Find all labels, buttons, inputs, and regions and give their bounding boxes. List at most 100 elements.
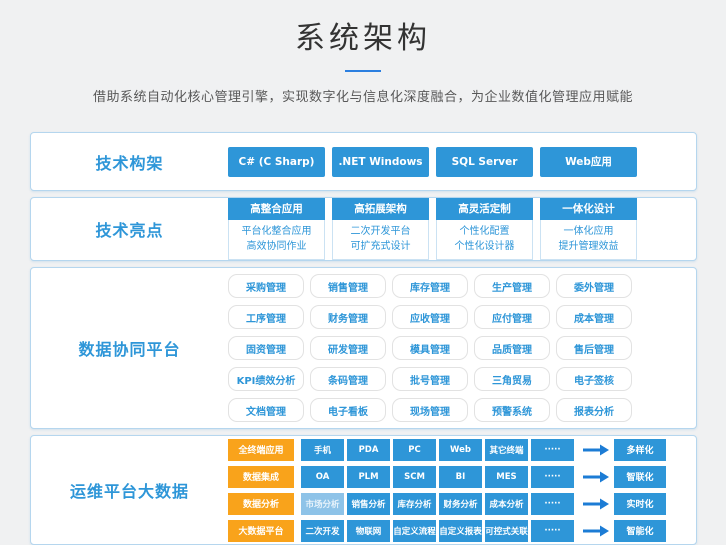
module-button[interactable]: 生产管理 — [474, 274, 550, 298]
ops-chip[interactable]: 成本分析 — [485, 493, 528, 515]
module-button[interactable]: KPI绩效分析 — [228, 367, 304, 391]
tech-stack-csharp-button[interactable]: C# (C Sharp) — [228, 147, 325, 177]
ops-row: 全终端应用 手机 PDA PC Web 其它终端 ····· 多样化 — [228, 439, 666, 461]
module-button[interactable]: 采购管理 — [228, 274, 304, 298]
module-grid-row: 固资管理 研发管理 模具管理 品质管理 售后管理 — [228, 336, 632, 360]
highlight-card: 一体化设计 一体化应用 提升管理效益 — [540, 198, 637, 260]
ops-result-badge: 多样化 — [614, 439, 666, 461]
section-highlights: 技术亮点 高整合应用 平台化整合应用 高效协同作业 高拓展架构 二次开发平台 可… — [30, 197, 697, 261]
module-grid: 采购管理 销售管理 库存管理 生产管理 委外管理 工序管理 财务管理 应收管理 … — [228, 274, 632, 422]
ops-chip-more[interactable]: ····· — [531, 493, 574, 515]
title-underline — [345, 70, 381, 72]
section-label-data-platform: 数据协同平台 — [31, 336, 228, 360]
module-button[interactable]: 应收管理 — [392, 305, 468, 329]
highlight-card: 高拓展架构 二次开发平台 可扩充式设计 — [332, 198, 429, 260]
ops-chip[interactable]: 销售分析 — [347, 493, 390, 515]
module-button[interactable]: 应付管理 — [474, 305, 550, 329]
ops-chip-more[interactable]: ····· — [531, 439, 574, 461]
ops-chip[interactable]: 市场分析 — [301, 493, 344, 515]
ops-chip[interactable]: 物联网 — [347, 520, 390, 542]
module-button[interactable]: 电子看板 — [310, 398, 386, 422]
ops-chip[interactable]: 财务分析 — [439, 493, 482, 515]
ops-category-badge: 数据分析 — [228, 493, 294, 515]
ops-result-badge: 实时化 — [614, 493, 666, 515]
module-button[interactable]: 成本管理 — [556, 305, 632, 329]
tech-stack-sqlserver-button[interactable]: SQL Server — [436, 147, 533, 177]
ops-category-badge: 全终端应用 — [228, 439, 294, 461]
tech-stack-buttons: C# (C Sharp) .NET Windows SQL Server Web… — [228, 147, 637, 177]
module-button[interactable]: 条码管理 — [310, 367, 386, 391]
module-button[interactable]: 电子签核 — [556, 367, 632, 391]
ops-category-badge: 数据集成 — [228, 466, 294, 488]
highlight-card-title: 高灵活定制 — [436, 198, 533, 220]
ops-chip-more[interactable]: ····· — [531, 466, 574, 488]
ops-chip[interactable]: PC — [393, 439, 436, 461]
module-button[interactable]: 模具管理 — [392, 336, 468, 360]
section-tech-stack: 技术构架 C# (C Sharp) .NET Windows SQL Serve… — [30, 132, 697, 191]
module-button[interactable]: 报表分析 — [556, 398, 632, 422]
module-button[interactable]: 固资管理 — [228, 336, 304, 360]
tech-stack-web-button[interactable]: Web应用 — [540, 147, 637, 177]
module-button[interactable]: 委外管理 — [556, 274, 632, 298]
ops-chip[interactable]: 其它终端 — [485, 439, 528, 461]
module-button[interactable]: 工序管理 — [228, 305, 304, 329]
module-grid-row: 工序管理 财务管理 应收管理 应付管理 成本管理 — [228, 305, 632, 329]
module-button[interactable]: 销售管理 — [310, 274, 386, 298]
ops-chip[interactable]: 手机 — [301, 439, 344, 461]
ops-chip[interactable]: 自定义报表 — [439, 520, 482, 542]
arrow-right-icon — [583, 525, 609, 537]
section-data-platform: 数据协同平台 采购管理 销售管理 库存管理 生产管理 委外管理 工序管理 财务管… — [30, 267, 697, 429]
module-button[interactable]: 现场管理 — [392, 398, 468, 422]
highlight-card-line: 一体化应用 — [541, 224, 636, 239]
module-button[interactable]: 预警系统 — [474, 398, 550, 422]
highlight-card-line: 提升管理效益 — [541, 239, 636, 254]
module-button[interactable]: 库存管理 — [392, 274, 468, 298]
section-label-highlights: 技术亮点 — [31, 217, 228, 241]
ops-row: 大数据平台 二次开发 物联网 自定义流程 自定义报表 可控式关联 ····· 智… — [228, 520, 666, 542]
module-button[interactable]: 批号管理 — [392, 367, 468, 391]
ops-chip-more[interactable]: ····· — [531, 520, 574, 542]
page-subtitle: 借助系统自动化核心管理引擎，实现数字化与信息化深度融合，为企业数值化管理应用赋能 — [0, 86, 726, 105]
arrow-right-icon — [583, 444, 609, 456]
ops-chip[interactable]: Web — [439, 439, 482, 461]
module-button[interactable]: 财务管理 — [310, 305, 386, 329]
ops-row: 数据分析 市场分析 销售分析 库存分析 财务分析 成本分析 ····· 实时化 — [228, 493, 666, 515]
ops-chip[interactable]: 二次开发 — [301, 520, 344, 542]
highlight-card: 高整合应用 平台化整合应用 高效协同作业 — [228, 198, 325, 260]
highlight-card-line: 高效协同作业 — [229, 239, 324, 254]
ops-chip[interactable]: MES — [485, 466, 528, 488]
highlight-card: 高灵活定制 个性化配置 个性化设计器 — [436, 198, 533, 260]
highlight-card-line: 平台化整合应用 — [229, 224, 324, 239]
ops-chip[interactable]: OA — [301, 466, 344, 488]
section-label-ops-platform: 运维平台大数据 — [31, 478, 228, 502]
ops-chip[interactable]: 库存分析 — [393, 493, 436, 515]
module-button[interactable]: 品质管理 — [474, 336, 550, 360]
ops-chip[interactable]: PDA — [347, 439, 390, 461]
ops-chip[interactable]: 可控式关联 — [485, 520, 528, 542]
section-ops-platform: 运维平台大数据 全终端应用 手机 PDA PC Web 其它终端 ····· 多… — [30, 435, 697, 545]
module-button[interactable]: 售后管理 — [556, 336, 632, 360]
page-title: 系统架构 — [0, 13, 726, 57]
module-button[interactable]: 三角贸易 — [474, 367, 550, 391]
ops-chip[interactable]: 自定义流程 — [393, 520, 436, 542]
highlight-card-body: 平台化整合应用 高效协同作业 — [228, 220, 325, 260]
ops-result-badge: 智能化 — [614, 520, 666, 542]
ops-result-badge: 智联化 — [614, 466, 666, 488]
highlight-card-title: 一体化设计 — [540, 198, 637, 220]
module-grid-row: KPI绩效分析 条码管理 批号管理 三角贸易 电子签核 — [228, 367, 632, 391]
ops-chip[interactable]: SCM — [393, 466, 436, 488]
module-button[interactable]: 研发管理 — [310, 336, 386, 360]
page-header: 系统架构 借助系统自动化核心管理引擎，实现数字化与信息化深度融合，为企业数值化管… — [0, 0, 726, 105]
ops-chip[interactable]: PLM — [347, 466, 390, 488]
highlight-card-title: 高拓展架构 — [332, 198, 429, 220]
tech-stack-dotnet-button[interactable]: .NET Windows — [332, 147, 429, 177]
module-grid-row: 采购管理 销售管理 库存管理 生产管理 委外管理 — [228, 274, 632, 298]
highlight-card-line: 个性化设计器 — [437, 239, 532, 254]
module-button[interactable]: 文档管理 — [228, 398, 304, 422]
ops-chip[interactable]: BI — [439, 466, 482, 488]
highlight-card-line: 个性化配置 — [437, 224, 532, 239]
highlight-card-body: 二次开发平台 可扩充式设计 — [332, 220, 429, 260]
architecture-panels: 技术构架 C# (C Sharp) .NET Windows SQL Serve… — [30, 132, 697, 545]
highlight-cards: 高整合应用 平台化整合应用 高效协同作业 高拓展架构 二次开发平台 可扩充式设计… — [228, 198, 637, 260]
ops-category-badge: 大数据平台 — [228, 520, 294, 542]
